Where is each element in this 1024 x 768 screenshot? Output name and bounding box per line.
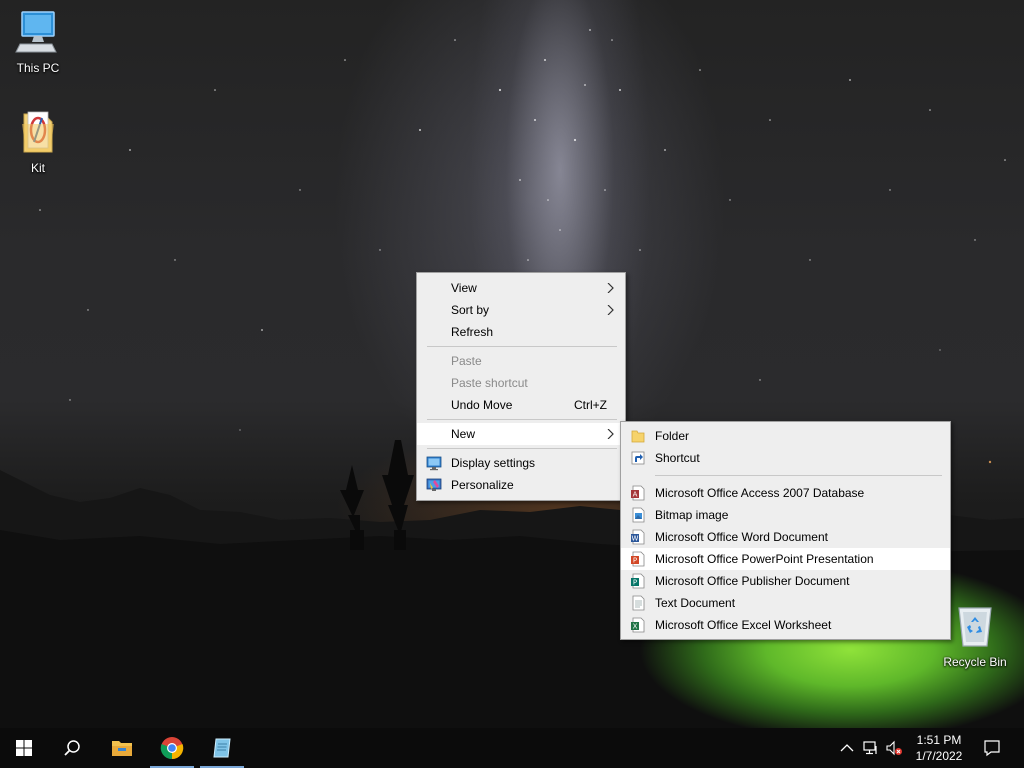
- menu-separator: [427, 448, 617, 449]
- folder-icon: [631, 430, 645, 443]
- notepad-icon: [213, 738, 231, 758]
- desktop-icon-kit[interactable]: Kit: [0, 108, 76, 175]
- desktop-icon-label: Kit: [30, 161, 45, 175]
- menu-item-new[interactable]: New: [417, 423, 625, 445]
- menu-item-label: Microsoft Office Access 2007 Database: [655, 486, 865, 500]
- menu-item-paste-shortcut: Paste shortcut: [417, 372, 625, 394]
- submenu-item-excel-worksheet[interactable]: X Microsoft Office Excel Worksheet: [621, 614, 950, 636]
- shortcut-icon: [631, 451, 645, 465]
- personalize-icon: [426, 478, 442, 491]
- text-document-icon: [632, 595, 645, 611]
- folder-kit-icon: [22, 111, 54, 153]
- clock-time: 1:51 PM: [916, 733, 962, 747]
- menu-item-paste: Paste: [417, 350, 625, 372]
- svg-text:W: W: [632, 535, 639, 543]
- svg-text:X: X: [633, 623, 638, 631]
- start-icon: [16, 740, 32, 756]
- network-icon[interactable]: [863, 740, 879, 756]
- chevron-up-icon[interactable]: [839, 740, 855, 756]
- chevron-right-icon: [607, 305, 614, 315]
- taskbar: 1:51 PM 1/7/2022: [0, 728, 1024, 768]
- menu-item-refresh[interactable]: Refresh: [417, 321, 625, 343]
- chrome-icon: [160, 737, 184, 760]
- file-explorer-button[interactable]: [98, 728, 146, 768]
- menu-item-label: Folder: [655, 429, 690, 443]
- submenu-item-bitmap-image[interactable]: Bitmap image: [621, 504, 950, 526]
- new-submenu: Folder Shortcut A Microsoft Office Acces…: [620, 421, 951, 640]
- recycle-bin-icon: [958, 607, 992, 647]
- bitmap-icon: [632, 507, 645, 523]
- display-settings-icon: [426, 456, 442, 471]
- chevron-right-icon: [607, 429, 614, 439]
- desktop-context-menu: View Sort by Refresh Paste Paste shortcu…: [416, 272, 626, 501]
- menu-item-label: Refresh: [451, 325, 494, 339]
- volume-muted-icon[interactable]: [886, 740, 902, 756]
- menu-item-label: Undo Move: [451, 398, 513, 412]
- menu-item-label: Shortcut: [655, 451, 700, 465]
- publisher-icon: P: [631, 573, 645, 589]
- clock-date: 1/7/2022: [915, 749, 963, 763]
- submenu-item-publisher-document[interactable]: P Microsoft Office Publisher Document: [621, 570, 950, 592]
- start-button[interactable]: [0, 728, 48, 768]
- chrome-button[interactable]: [148, 728, 196, 768]
- menu-item-label: Paste shortcut: [451, 376, 528, 390]
- svg-text:P: P: [633, 579, 637, 587]
- access-icon: A: [631, 485, 645, 501]
- notepad-button[interactable]: [198, 728, 246, 768]
- submenu-item-folder[interactable]: Folder: [621, 425, 950, 447]
- this-pc-icon: [15, 11, 57, 53]
- menu-item-accelerator: Ctrl+Z: [574, 398, 607, 412]
- action-center-icon[interactable]: [983, 739, 1001, 757]
- menu-item-undo-move[interactable]: Undo Move Ctrl+Z: [417, 394, 625, 416]
- menu-item-personalize[interactable]: Personalize: [417, 474, 625, 496]
- menu-separator: [427, 346, 617, 347]
- svg-text:P: P: [633, 557, 637, 565]
- submenu-item-word-document[interactable]: W Microsoft Office Word Document: [621, 526, 950, 548]
- search-button[interactable]: [48, 728, 96, 768]
- menu-item-label: Microsoft Office Excel Worksheet: [655, 618, 832, 632]
- svg-text:A: A: [633, 491, 638, 499]
- desktop-background[interactable]: This PC Kit Recycle Bin View Sort by Ref…: [0, 0, 1024, 728]
- menu-item-label: Personalize: [451, 478, 514, 492]
- submenu-item-text-document[interactable]: Text Document: [621, 592, 950, 614]
- menu-item-view[interactable]: View: [417, 277, 625, 299]
- menu-item-label: Text Document: [655, 596, 736, 610]
- menu-item-label: New: [451, 427, 476, 441]
- chevron-right-icon: [607, 283, 614, 293]
- file-explorer-icon: [112, 741, 132, 756]
- menu-separator: [655, 475, 942, 476]
- menu-item-label: View: [451, 281, 477, 295]
- submenu-item-access-database[interactable]: A Microsoft Office Access 2007 Database: [621, 482, 950, 504]
- taskbar-clock[interactable]: 1:51 PM 1/7/2022: [906, 732, 972, 764]
- desktop-icon-label: Recycle Bin: [943, 655, 1007, 669]
- menu-item-display-settings[interactable]: Display settings: [417, 452, 625, 474]
- menu-item-label: Paste: [451, 354, 482, 368]
- menu-item-label: Sort by: [451, 303, 490, 317]
- menu-item-sort-by[interactable]: Sort by: [417, 299, 625, 321]
- desktop-icon-this-pc[interactable]: This PC: [0, 8, 76, 75]
- menu-separator: [427, 419, 617, 420]
- menu-item-label: Microsoft Office Publisher Document: [655, 574, 850, 588]
- submenu-item-shortcut[interactable]: Shortcut: [621, 447, 950, 469]
- submenu-item-powerpoint-presentation[interactable]: P Microsoft Office PowerPoint Presentati…: [621, 548, 950, 570]
- desktop-icon-label: This PC: [16, 61, 60, 75]
- menu-item-label: Bitmap image: [655, 508, 729, 522]
- excel-icon: X: [631, 617, 645, 633]
- menu-item-label: Microsoft Office Word Document: [655, 530, 828, 544]
- menu-item-label: Microsoft Office PowerPoint Presentation: [655, 552, 874, 566]
- word-icon: W: [631, 529, 645, 545]
- search-icon: [64, 740, 80, 756]
- powerpoint-icon: P: [631, 551, 645, 567]
- menu-item-label: Display settings: [451, 456, 536, 470]
